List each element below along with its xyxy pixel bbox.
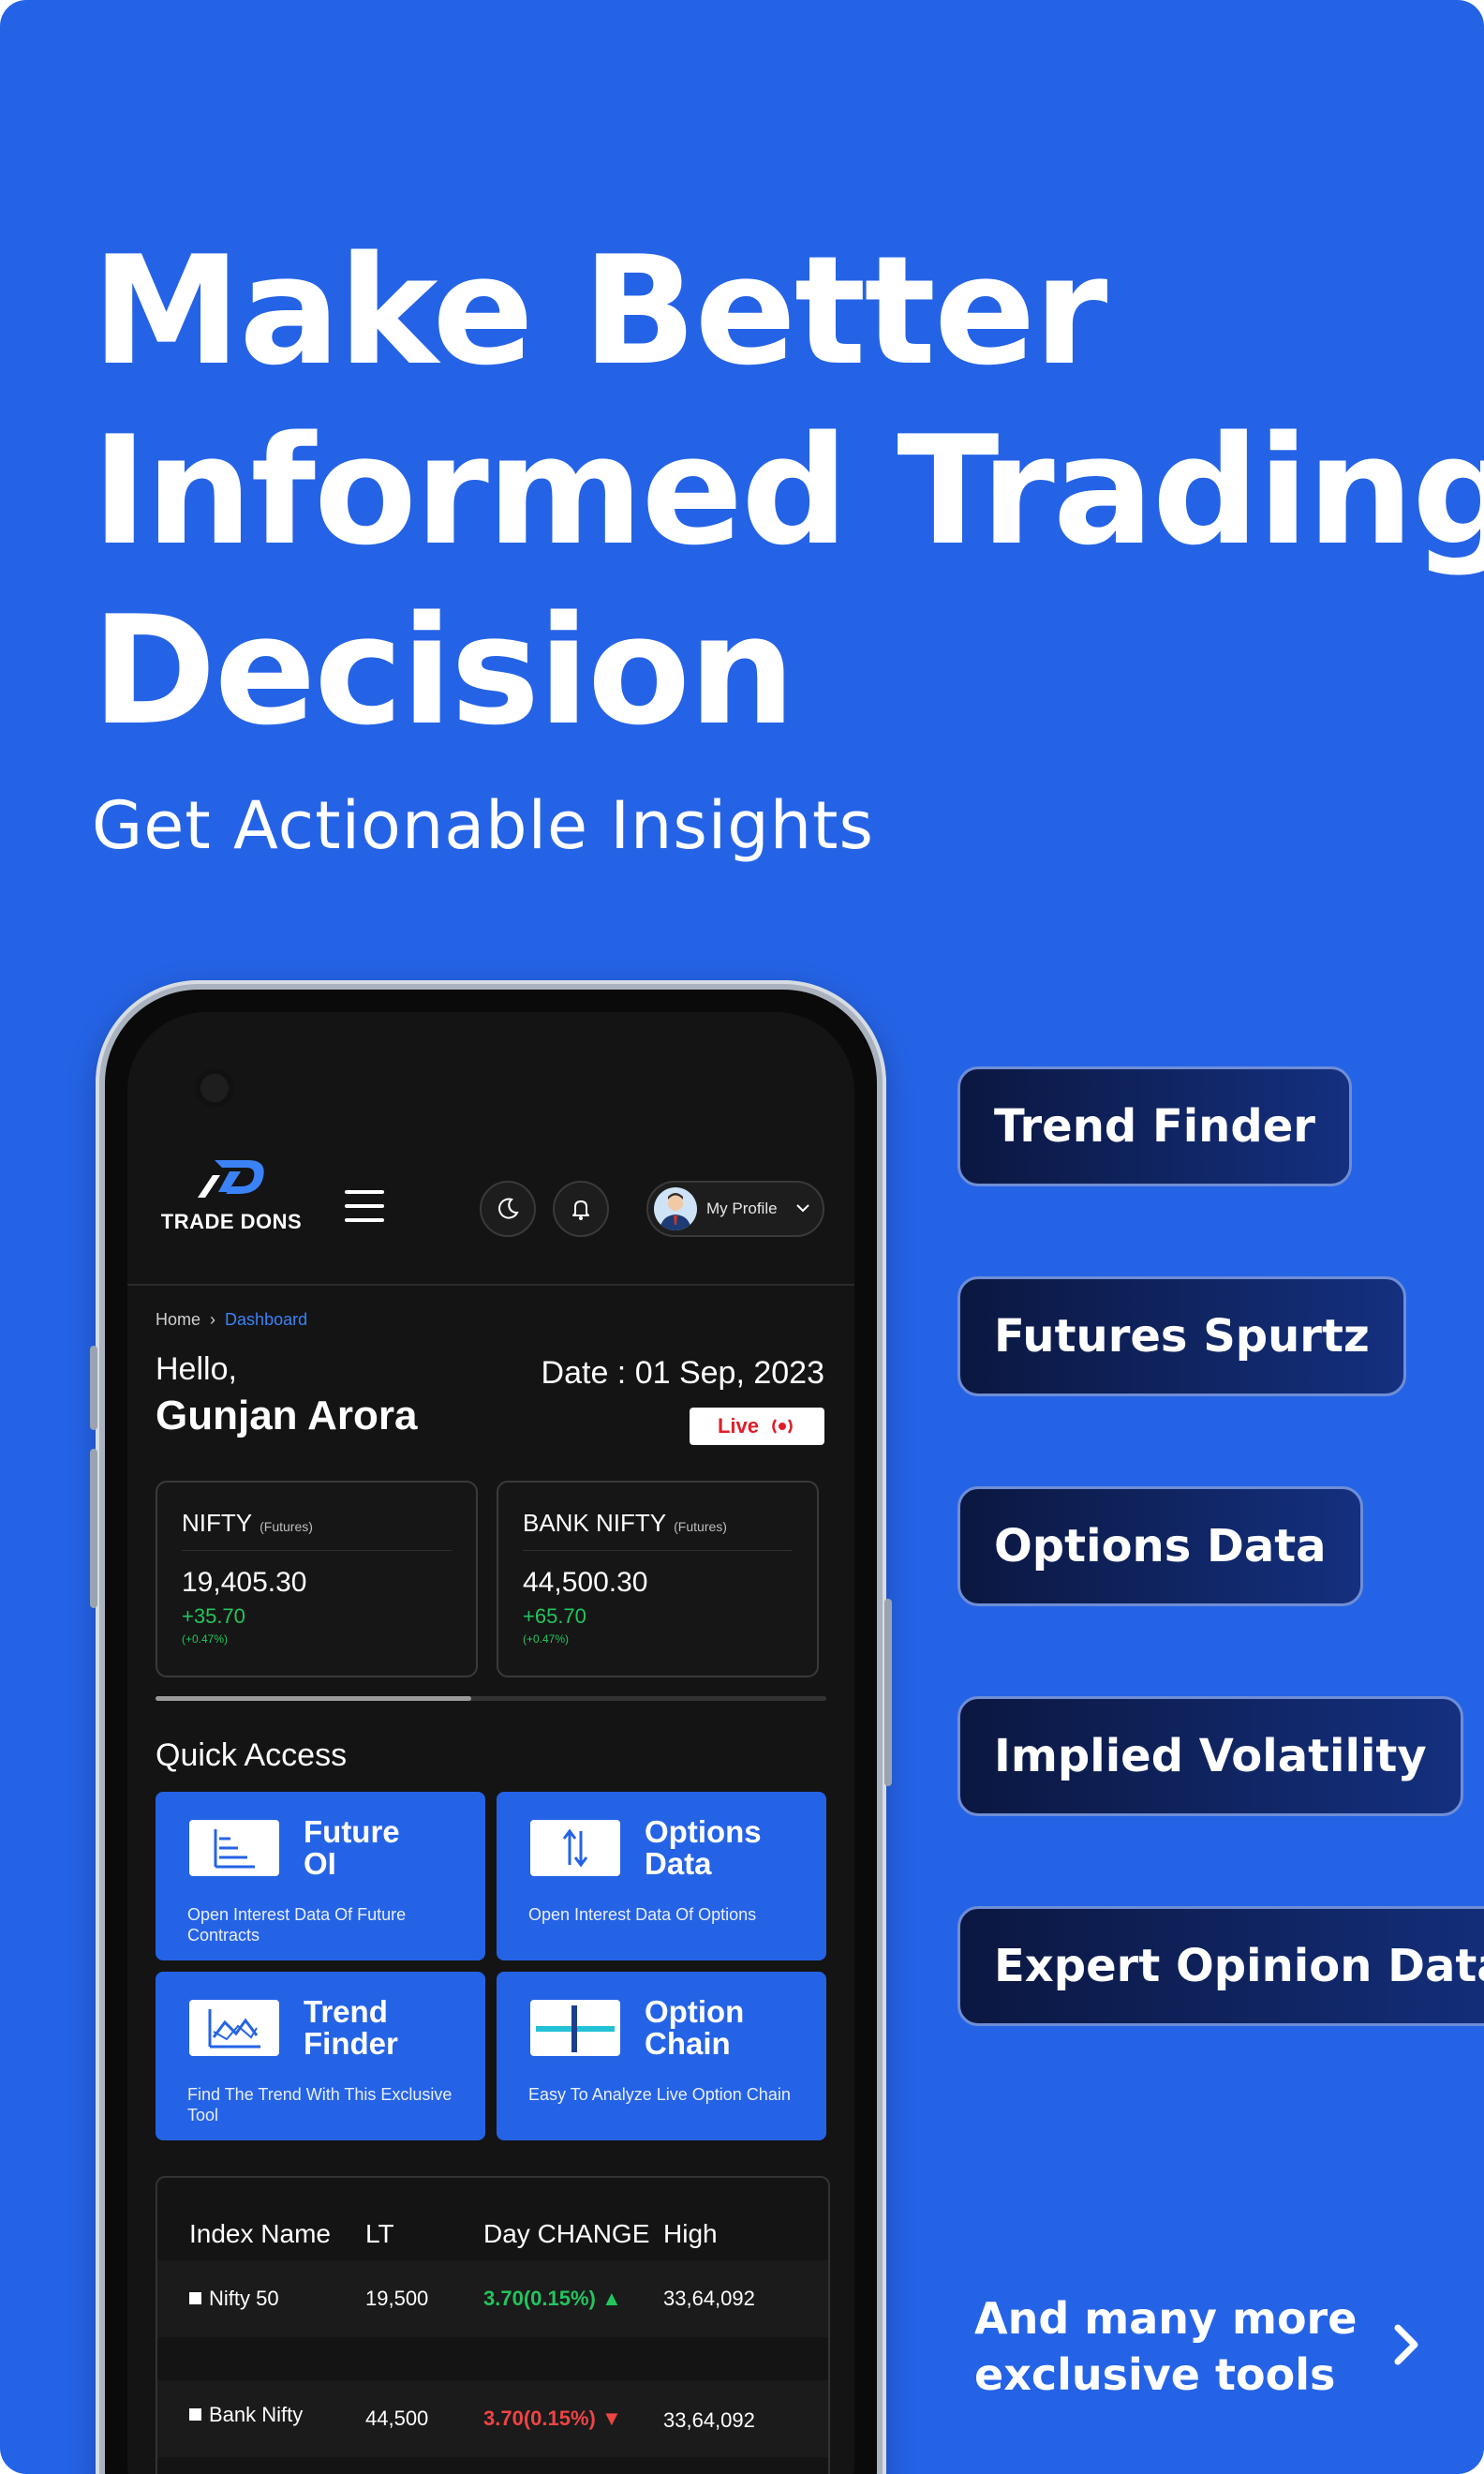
phone-mockup: TRADE DONS My Profile Home › Dashboard H… bbox=[90, 980, 892, 2474]
profile-dropdown[interactable]: My Profile bbox=[646, 1181, 824, 1237]
bell-icon bbox=[572, 1200, 589, 1220]
tile-description: Find The Trend With This Exclusive Tool bbox=[187, 2085, 453, 2124]
app-screen: TRADE DONS My Profile Home › Dashboard H… bbox=[127, 1012, 854, 2474]
line-chart-icon bbox=[189, 2000, 279, 2056]
tile-description: Open Interest Data Of Options bbox=[528, 1905, 757, 1924]
index-name: NIFTY (Futures) bbox=[182, 1509, 313, 1537]
arrow-up-icon: ▲ bbox=[601, 2287, 622, 2310]
more-tools-text[interactable]: And many more exclusive tools bbox=[974, 2290, 1357, 2403]
chevron-down-icon bbox=[796, 1204, 809, 1213]
subheadline: Get Actionable Insights bbox=[92, 787, 874, 864]
row-index-name: Bank Nifty bbox=[189, 2403, 303, 2427]
row-high: 33,64,092 bbox=[663, 2287, 755, 2310]
breadcrumb-home[interactable]: Home bbox=[156, 1310, 200, 1329]
broadcast-icon bbox=[772, 1419, 793, 1434]
greeting: Hello, bbox=[156, 1351, 237, 1387]
row-index-name: Nifty 50 bbox=[189, 2287, 279, 2311]
index-table: Index Name LT Day CHANGE High Nifty 50 1… bbox=[156, 2176, 830, 2474]
tile-title: Future OI bbox=[304, 1814, 400, 1881]
feature-pill-implied-volatility[interactable]: Implied Volatility bbox=[957, 1696, 1463, 1816]
up-down-arrows-icon bbox=[530, 1820, 620, 1876]
column-header-index-name[interactable]: Index Name bbox=[189, 2219, 331, 2249]
logo-mark-icon bbox=[198, 1160, 264, 1198]
divider bbox=[182, 1550, 452, 1551]
app-header: TRADE DONS My Profile bbox=[127, 1134, 854, 1286]
headline: Make Better Informed Trading Decision bbox=[92, 221, 1484, 761]
chevron-right-icon[interactable] bbox=[1390, 2322, 1424, 2367]
index-change-pct: (+0.47%) bbox=[182, 1632, 229, 1646]
index-change: +35.70 bbox=[182, 1604, 245, 1628]
chevron-right-icon: › bbox=[205, 1310, 221, 1329]
promo-page: Make Better Informed Trading Decision Ge… bbox=[0, 0, 1484, 2474]
tile-title: Option Chain bbox=[645, 1994, 745, 2061]
table-row[interactable]: Nifty 50 19,500 3.70(0.15%) ▲ 33,64,092 bbox=[157, 2260, 828, 2337]
headline-line-1: Make Better bbox=[92, 223, 1107, 398]
table-row[interactable]: Bank Nifty 44,500 3.70(0.15%) ▼ 33,64,09… bbox=[157, 2380, 828, 2457]
phone-volume-button bbox=[90, 1449, 97, 1608]
dark-mode-toggle[interactable] bbox=[480, 1181, 536, 1237]
phone-power-button bbox=[884, 1599, 892, 1786]
camera-icon bbox=[195, 1068, 234, 1108]
column-header-high[interactable]: High bbox=[663, 2219, 718, 2249]
hamburger-menu-icon[interactable] bbox=[345, 1190, 384, 1232]
divider bbox=[523, 1550, 793, 1551]
row-high: 33,64,092 bbox=[663, 2408, 755, 2432]
more-tools-line-1: And many more bbox=[974, 2293, 1358, 2344]
row-lt: 19,500 bbox=[365, 2287, 429, 2310]
phone-bezel: TRADE DONS My Profile Home › Dashboard H… bbox=[105, 990, 877, 2474]
quick-access-trend-finder[interactable]: Trend Finder Find The Trend With This Exc… bbox=[156, 1972, 485, 2140]
tile-description: Easy To Analyze Live Option Chain bbox=[528, 2085, 791, 2104]
avatar bbox=[654, 1187, 697, 1230]
feature-pill-options-data[interactable]: Options Data bbox=[957, 1486, 1363, 1606]
headline-line-2: Informed Trading bbox=[92, 403, 1484, 578]
row-lt: 44,500 bbox=[365, 2407, 429, 2430]
carousel-scroll-thumb[interactable] bbox=[156, 1696, 471, 1701]
carousel-scrollbar[interactable] bbox=[156, 1696, 826, 1701]
logo-text: TRADE DONS bbox=[160, 1210, 303, 1233]
trade-dons-logo[interactable]: TRADE DONS bbox=[152, 1156, 311, 1234]
row-day-change: 3.70(0.15%) ▼ bbox=[483, 2407, 622, 2430]
column-header-day-change[interactable]: Day CHANGE bbox=[483, 2219, 649, 2249]
quick-access-title: Quick Access bbox=[156, 1737, 348, 1773]
arrow-down-icon: ▼ bbox=[601, 2407, 622, 2430]
index-card-bank-nifty[interactable]: BANK NIFTY (Futures) 44,500.30 +65.70 (+0… bbox=[497, 1481, 819, 1677]
phone-side-button bbox=[90, 1346, 97, 1430]
index-name: BANK NIFTY (Futures) bbox=[523, 1509, 727, 1537]
option-chain-icon bbox=[530, 2000, 620, 2056]
tile-title: Options Data bbox=[645, 1814, 762, 1881]
tile-description: Open Interest Data Of Future Contracts bbox=[187, 1905, 407, 1945]
row-day-change: 3.70(0.15%) ▲ bbox=[483, 2287, 622, 2310]
index-value: 44,500.30 bbox=[523, 1567, 648, 1598]
more-tools-line-2: exclusive tools bbox=[974, 2349, 1336, 2400]
quick-access-option-chain[interactable]: Option Chain Easy To Analyze Live Option … bbox=[497, 1972, 826, 2140]
breadcrumb: Home › Dashboard bbox=[156, 1310, 307, 1330]
live-label: Live bbox=[717, 1414, 760, 1438]
bar-chart-icon bbox=[189, 1820, 279, 1876]
feature-pill-expert-opinion-data[interactable]: Expert Opinion Data bbox=[957, 1906, 1484, 2026]
headline-line-3: Decision bbox=[92, 583, 795, 758]
index-change: +65.70 bbox=[523, 1604, 586, 1628]
index-change-pct: (+0.47%) bbox=[523, 1632, 570, 1646]
breadcrumb-current[interactable]: Dashboard bbox=[225, 1310, 307, 1329]
profile-label: My Profile bbox=[706, 1200, 778, 1217]
feature-pill-futures-spurtz[interactable]: Futures Spurtz bbox=[957, 1276, 1406, 1396]
column-header-lt[interactable]: LT bbox=[365, 2219, 394, 2249]
feature-pill-trend-finder[interactable]: Trend Finder bbox=[957, 1066, 1352, 1186]
notifications-button[interactable] bbox=[553, 1181, 609, 1237]
moon-icon bbox=[498, 1198, 519, 1219]
index-card-nifty[interactable]: NIFTY (Futures) 19,405.30 +35.70 (+0.47%) bbox=[156, 1481, 478, 1677]
quick-access-options-data[interactable]: Options Data Open Interest Data Of Option… bbox=[497, 1792, 826, 1960]
index-value: 19,405.30 bbox=[182, 1567, 307, 1598]
user-name: Gunjan Arora bbox=[156, 1393, 418, 1438]
tile-title: Trend Finder bbox=[304, 1994, 398, 2061]
quick-access-future-oi[interactable]: Future OI Open Interest Data Of Future Co… bbox=[156, 1792, 485, 1960]
live-badge[interactable]: Live bbox=[690, 1408, 824, 1445]
date-display: Date : 01 Sep, 2023 bbox=[541, 1355, 824, 1391]
